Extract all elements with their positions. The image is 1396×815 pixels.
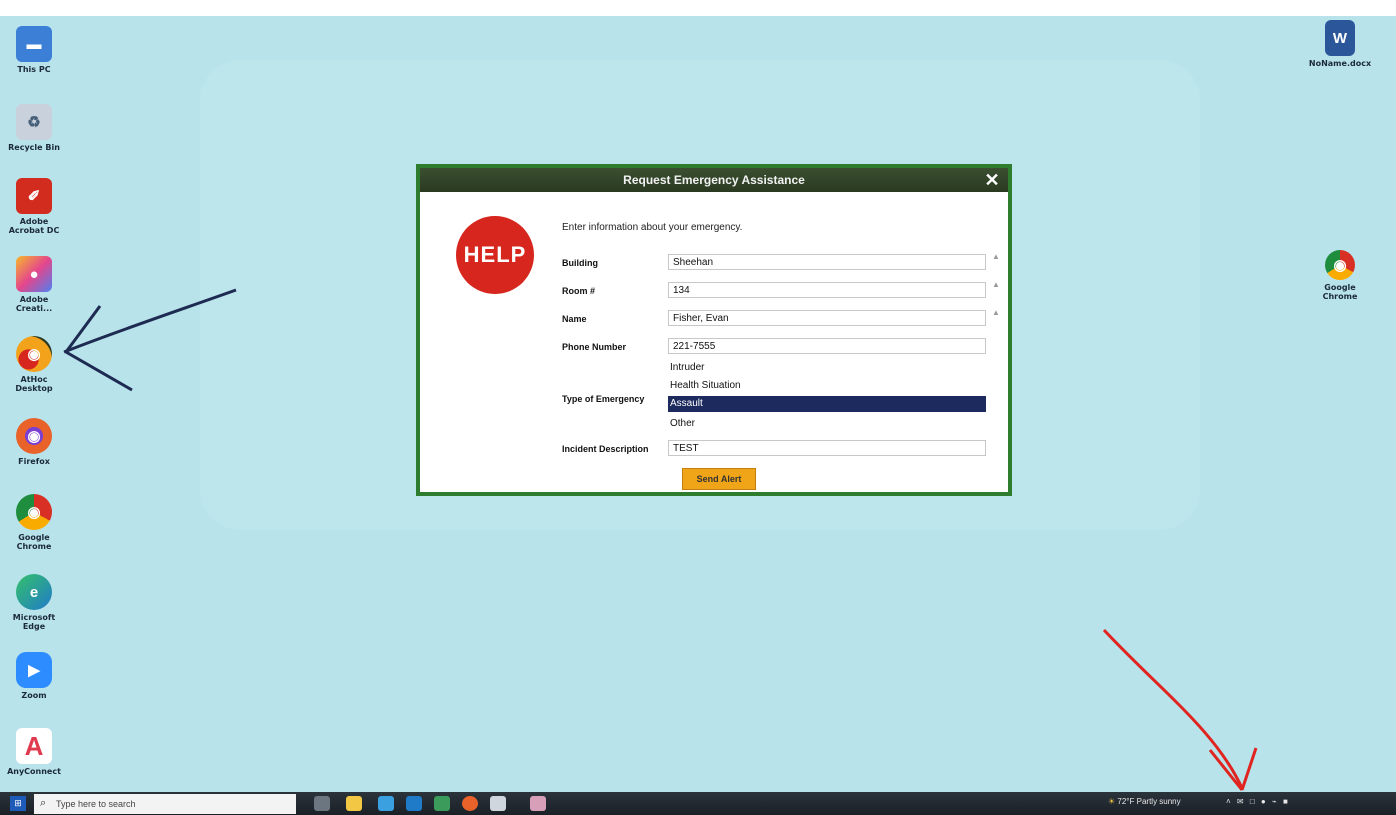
weather-icon: ☀ (1108, 797, 1116, 806)
search-icon: ⌕ (40, 797, 47, 809)
mail-icon[interactable] (378, 796, 394, 811)
chrome-taskbar-icon[interactable] (462, 796, 478, 811)
taskbar-search-box[interactable]: ⌕ Type here to search (34, 794, 296, 814)
pinned-app-2-icon[interactable] (530, 796, 546, 811)
weather-widget[interactable]: ☀ 72°F Partly sunny (1108, 797, 1181, 806)
taskbar: ⊞ ⌕ Type here to search ☀ 72°F Partly su… (0, 792, 1396, 815)
system-tray-icons[interactable]: ˄ ✉ □ ● ⌁ ■ (1226, 797, 1290, 806)
weather-text: 72°F Partly sunny (1117, 797, 1181, 806)
teams-icon[interactable] (434, 796, 450, 811)
search-placeholder: Type here to search (56, 799, 136, 809)
task-view-icon[interactable] (314, 796, 330, 811)
annotation-arrows (63, 288, 1258, 791)
pinned-app-icon[interactable] (490, 796, 506, 811)
edge-taskbar-icon[interactable] (406, 796, 422, 811)
file-explorer-icon[interactable] (346, 796, 362, 811)
windows-start-icon[interactable]: ⊞ (10, 796, 26, 811)
